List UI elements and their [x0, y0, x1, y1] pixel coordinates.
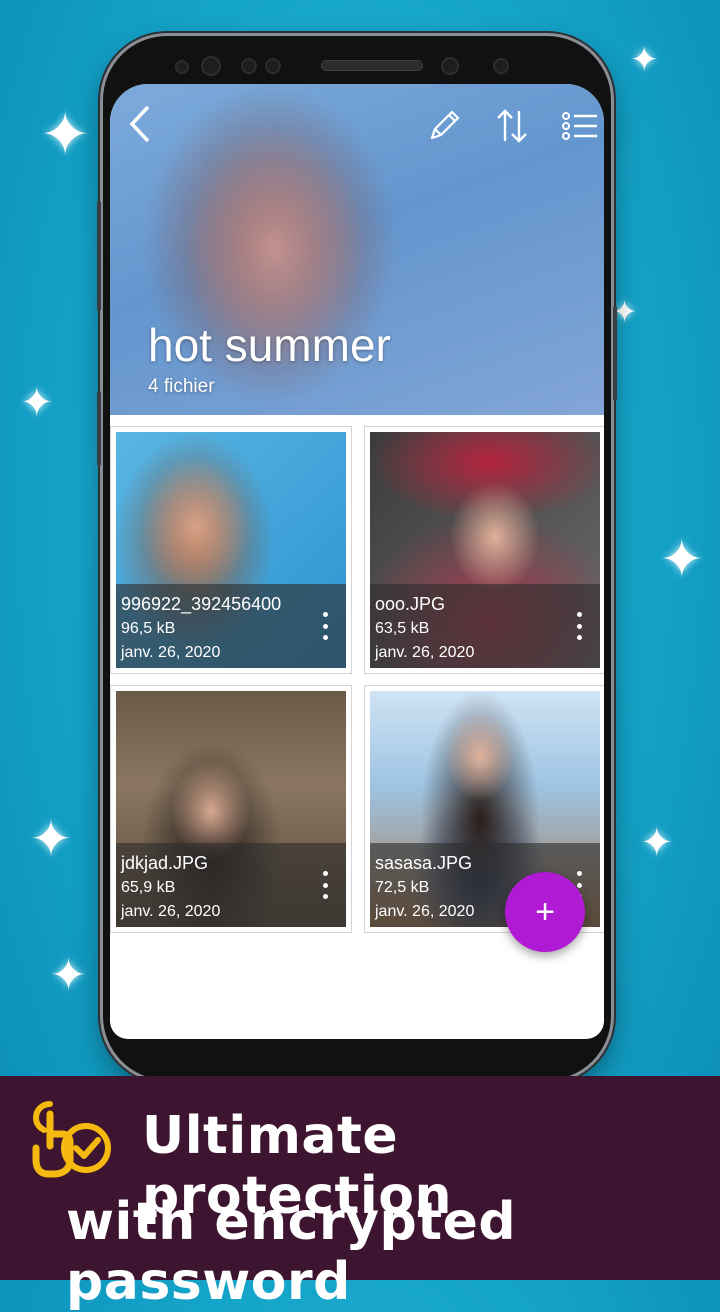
pencil-icon: [430, 110, 460, 140]
file-tile[interactable]: jdkjad.JPG 65,9 kB janv. 26, 2020: [110, 685, 352, 933]
file-info-panel: jdkjad.JPG 65,9 kB janv. 26, 2020: [116, 843, 346, 927]
power-button: [613, 306, 617, 401]
file-info-panel: ooo.JPG 63,5 kB janv. 26, 2020: [370, 584, 600, 668]
edit-button[interactable]: [422, 104, 466, 148]
sort-button[interactable]: [490, 104, 534, 148]
back-button[interactable]: [118, 102, 162, 146]
sparkle-decoration: ✦: [640, 820, 674, 866]
file-date: janv. 26, 2020: [375, 644, 475, 661]
file-date: janv. 26, 2020: [375, 903, 475, 920]
file-size: 65,9 kB: [121, 879, 176, 896]
more-vert-icon: [576, 623, 582, 629]
sort-arrows-icon: [497, 109, 527, 143]
sparkle-decoration: ✦: [40, 100, 91, 170]
more-options-button[interactable]: [320, 871, 330, 899]
view-mode-button[interactable]: [558, 104, 602, 148]
hand-check-logo-icon: [32, 1101, 111, 1178]
chevron-left-icon: [129, 105, 150, 143]
file-name: 996922_392456400: [121, 594, 282, 614]
banner-subheadline: with encrypted password: [66, 1192, 517, 1312]
sparkle-decoration: ✦: [630, 40, 659, 80]
more-options-button[interactable]: [320, 612, 330, 640]
file-info-area: jdkjad.JPG 65,9 kB janv. 26, 2020: [116, 691, 346, 927]
front-sensor: [241, 58, 257, 74]
more-vert-icon: [322, 894, 328, 899]
bixby-button: [97, 391, 101, 466]
more-vert-icon: [576, 612, 582, 617]
file-tile[interactable]: 996922_392456400 96,5 kB janv. 26, 2020: [110, 426, 352, 674]
sparkle-decoration: ✦: [50, 950, 87, 1001]
file-name: jdkjad.JPG: [121, 853, 209, 873]
file-size: 96,5 kB: [121, 620, 176, 637]
more-vert-icon: [322, 882, 328, 888]
album-file-count: 4 fichier: [148, 376, 215, 397]
front-sensor: [175, 60, 189, 74]
file-name: sasasa.JPG: [375, 853, 473, 873]
file-info-panel: 996922_392456400 96,5 kB janv. 26, 2020: [116, 584, 346, 668]
more-vert-icon: [322, 623, 328, 629]
sparkle-decoration: ✦: [20, 380, 54, 426]
plus-icon: +: [535, 892, 555, 931]
file-size: 63,5 kB: [375, 620, 430, 637]
file-date: janv. 26, 2020: [121, 644, 221, 661]
more-vert-icon: [322, 612, 328, 617]
more-vert-icon: [576, 871, 582, 876]
list-view-icon: [562, 112, 597, 140]
file-size: 72,5 kB: [375, 879, 430, 896]
album-header: hot summer 4 fichier: [110, 84, 604, 415]
more-vert-icon: [322, 635, 328, 640]
more-vert-icon: [576, 635, 582, 640]
file-info-area: 996922_392456400 96,5 kB janv. 26, 2020: [116, 432, 346, 668]
file-info-area: ooo.JPG 63,5 kB janv. 26, 2020: [370, 432, 600, 668]
more-vert-icon: [322, 871, 328, 876]
add-file-button[interactable]: +: [505, 872, 585, 952]
app-screen: hot summer 4 fichier 996922_392456400 96…: [110, 84, 604, 1039]
sparkle-decoration: ✦: [660, 530, 704, 590]
front-sensor: [201, 56, 221, 76]
earpiece-speaker: [321, 60, 423, 71]
album-title: hot summer: [148, 319, 391, 371]
sparkle-decoration: ✦: [30, 810, 72, 868]
front-camera: [441, 57, 459, 75]
file-date: janv. 26, 2020: [121, 903, 221, 920]
more-options-button[interactable]: [574, 612, 584, 640]
front-sensor: [493, 58, 509, 74]
volume-button: [97, 201, 101, 311]
file-name: ooo.JPG: [375, 594, 446, 614]
phone-frame: hot summer 4 fichier 996922_392456400 96…: [97, 36, 617, 1080]
front-sensor: [265, 58, 281, 74]
more-vert-icon: [576, 882, 582, 888]
file-tile[interactable]: ooo.JPG 63,5 kB janv. 26, 2020: [364, 426, 604, 674]
